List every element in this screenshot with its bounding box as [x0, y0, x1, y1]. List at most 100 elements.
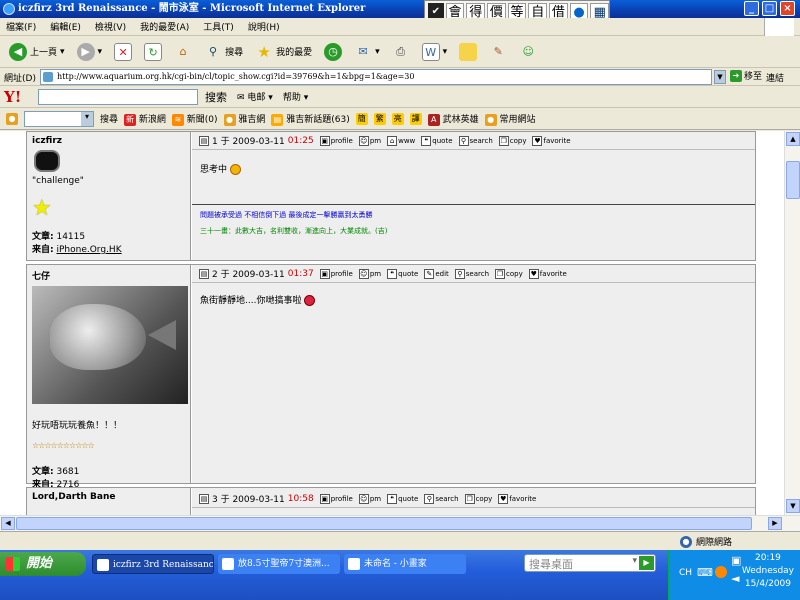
link-news[interactable]: ≋ 新聞(0): [171, 112, 218, 126]
search-button[interactable]: ⚲ search: [458, 135, 493, 146]
address-bar: 網址(D) http://www.aquarium.org.hk/cgi-bin…: [0, 68, 800, 86]
copy-button[interactable]: ❐ copy: [464, 493, 492, 504]
edit-button[interactable]: W ▾: [419, 39, 451, 65]
post-icon: ▤: [199, 493, 209, 504]
print-button[interactable]: ⎙: [389, 39, 413, 65]
links-button[interactable]: 連結: [766, 71, 784, 84]
scroll-down-icon[interactable]: ▼: [786, 499, 800, 513]
taskbar-item-paint[interactable]: 未命名 - 小畫家: [344, 554, 466, 574]
yahoo-search-input[interactable]: [38, 88, 198, 105]
search-button[interactable]: ⚲ 搜尋: [201, 39, 246, 65]
post-sidebar: Lord,Darth Bane: [27, 488, 191, 515]
simplified-button[interactable]: 簡: [355, 112, 368, 125]
horizontal-scrollbar[interactable]: ◀ ▶: [0, 515, 800, 531]
link-yahoo[interactable]: ● 雅吉網: [223, 112, 265, 126]
go-button[interactable]: ➔ 移至: [730, 69, 762, 82]
yahoo-mail-button[interactable]: ✉ 电邮 ▾: [234, 90, 276, 103]
profile-icon: ▣: [319, 268, 330, 279]
user-title: "challenge": [32, 176, 84, 186]
search-button[interactable]: ⚲ search: [454, 268, 489, 279]
home-button[interactable]: ⌂: [171, 39, 195, 65]
profile-button[interactable]: ▣ profile: [319, 493, 353, 504]
history-button[interactable]: ◷: [321, 39, 345, 65]
refresh-icon: ↻: [144, 42, 163, 61]
keyboard-icon[interactable]: ⌨: [697, 566, 713, 579]
taskbar-item-ie2[interactable]: 放8.5寸聖帝7寸澳洲...: [218, 554, 340, 574]
forward-button[interactable]: ▶ ▾: [74, 39, 106, 65]
messenger-button[interactable]: ☺: [516, 39, 540, 65]
yahoo-logo[interactable]: Y!: [4, 88, 34, 106]
vertical-scrollbar[interactable]: ▲ ▼: [784, 131, 800, 515]
scroll-left-icon[interactable]: ◀: [1, 517, 15, 530]
menu-tools[interactable]: 工具(T): [203, 20, 234, 33]
yahoo-search-button[interactable]: 搜索: [202, 89, 230, 105]
language-indicator[interactable]: CH: [679, 568, 692, 578]
menu-edit[interactable]: 編輯(E): [50, 20, 81, 33]
menu-favorites[interactable]: 我的最愛(A): [140, 20, 189, 33]
scroll-thumb[interactable]: [786, 161, 800, 199]
pm-icon: ☺: [358, 268, 369, 279]
post-username[interactable]: Lord,Darth Bane: [32, 492, 185, 502]
favorites-button[interactable]: ★ 我的最愛: [252, 39, 315, 65]
profile-button[interactable]: ▣ profile: [319, 135, 353, 146]
volume-icon[interactable]: ◄: [731, 572, 739, 585]
rss-icon: ≋: [171, 113, 184, 126]
copy-button[interactable]: ❐ copy: [495, 268, 523, 279]
clock[interactable]: 20:19 Wednesday 15/4/2009: [742, 552, 794, 591]
profile-button[interactable]: ▣ profile: [319, 268, 353, 279]
link-wulin[interactable]: A 武林英雄: [427, 112, 479, 126]
research-button[interactable]: ✎: [486, 39, 510, 65]
post-username[interactable]: iczfirz: [32, 136, 185, 146]
favorite-button[interactable]: ♥ favorite: [532, 135, 571, 146]
quote-button[interactable]: ❝ quote: [387, 268, 418, 279]
post-time: 01:25: [287, 135, 314, 146]
traditional-button[interactable]: 繁: [373, 112, 386, 125]
pm-button[interactable]: ☺ pm: [358, 493, 381, 504]
mail-button[interactable]: ✉ ▾: [351, 39, 383, 65]
search-dropdown-icon[interactable]: ▾: [632, 556, 637, 566]
scroll-up-icon[interactable]: ▲: [786, 132, 800, 146]
link-common-sites[interactable]: ● 常用網站: [484, 112, 536, 126]
back-button[interactable]: ◀ 上一頁 ▾: [6, 39, 68, 65]
pm-button[interactable]: ☺ pm: [358, 268, 381, 279]
scroll-thumb[interactable]: [16, 517, 752, 530]
favorite-button[interactable]: ♥ favorite: [528, 268, 567, 279]
tray-arrow-icon[interactable]: [715, 566, 727, 578]
minimize-button[interactable]: _: [744, 1, 759, 16]
address-dropdown-icon[interactable]: ▼: [714, 70, 726, 84]
www-button[interactable]: ⌂ www: [387, 135, 415, 146]
link-sina[interactable]: 新 新浪網: [124, 112, 166, 126]
highlight-button[interactable]: 亮: [391, 112, 404, 125]
quote-button[interactable]: ❝ quote: [387, 493, 418, 504]
windows-logo-icon: [764, 18, 794, 36]
scroll-right-icon[interactable]: ▶: [768, 517, 782, 530]
forum-post: 七仔 好玩唔玩玩養魚！！！ ☆☆☆☆☆☆☆☆☆☆ 文章: 3681 来自: 27…: [26, 264, 756, 490]
maximize-button[interactable]: □: [762, 1, 777, 16]
translate-button[interactable]: 譯: [409, 112, 422, 125]
link-search[interactable]: 搜尋: [100, 112, 118, 125]
link-yahoo-topics[interactable]: ▤ 雅吉新話題(63): [271, 112, 350, 126]
pm-button[interactable]: ☺ pm: [358, 135, 381, 146]
stop-button[interactable]: ✕: [111, 39, 135, 65]
search-provider-select[interactable]: [24, 110, 94, 127]
quote-button[interactable]: ❝ quote: [421, 135, 453, 146]
refresh-button[interactable]: ↻: [141, 39, 165, 65]
discuss-button[interactable]: [456, 39, 480, 65]
address-input[interactable]: http://www.aquarium.org.hk/cgi-bin/cl/to…: [40, 69, 712, 85]
edit-button[interactable]: ✎ edit: [424, 268, 449, 279]
search-button[interactable]: ⚲ search: [424, 493, 459, 504]
search-go-icon[interactable]: ▶: [639, 556, 654, 570]
network-icon[interactable]: ▣: [731, 554, 741, 567]
favorite-button[interactable]: ♥ favorite: [498, 493, 536, 504]
desktop-search-input[interactable]: 搜尋桌面 ▾ ▶: [524, 554, 656, 572]
menu-help[interactable]: 說明(H): [248, 20, 280, 33]
menu-view[interactable]: 檢視(V): [95, 20, 126, 33]
start-button[interactable]: 開始: [0, 552, 86, 576]
close-button[interactable]: ×: [780, 1, 795, 16]
taskbar-item-ie[interactable]: iczfirz 3rd Renaissance...: [92, 554, 214, 574]
yahoo-help-button[interactable]: 帮助 ▾: [280, 90, 311, 103]
mail-icon: ✉: [358, 44, 368, 58]
menu-file[interactable]: 檔案(F): [6, 20, 36, 33]
copy-button[interactable]: ❐ copy: [498, 135, 526, 146]
post-username[interactable]: 七仔: [32, 269, 185, 282]
